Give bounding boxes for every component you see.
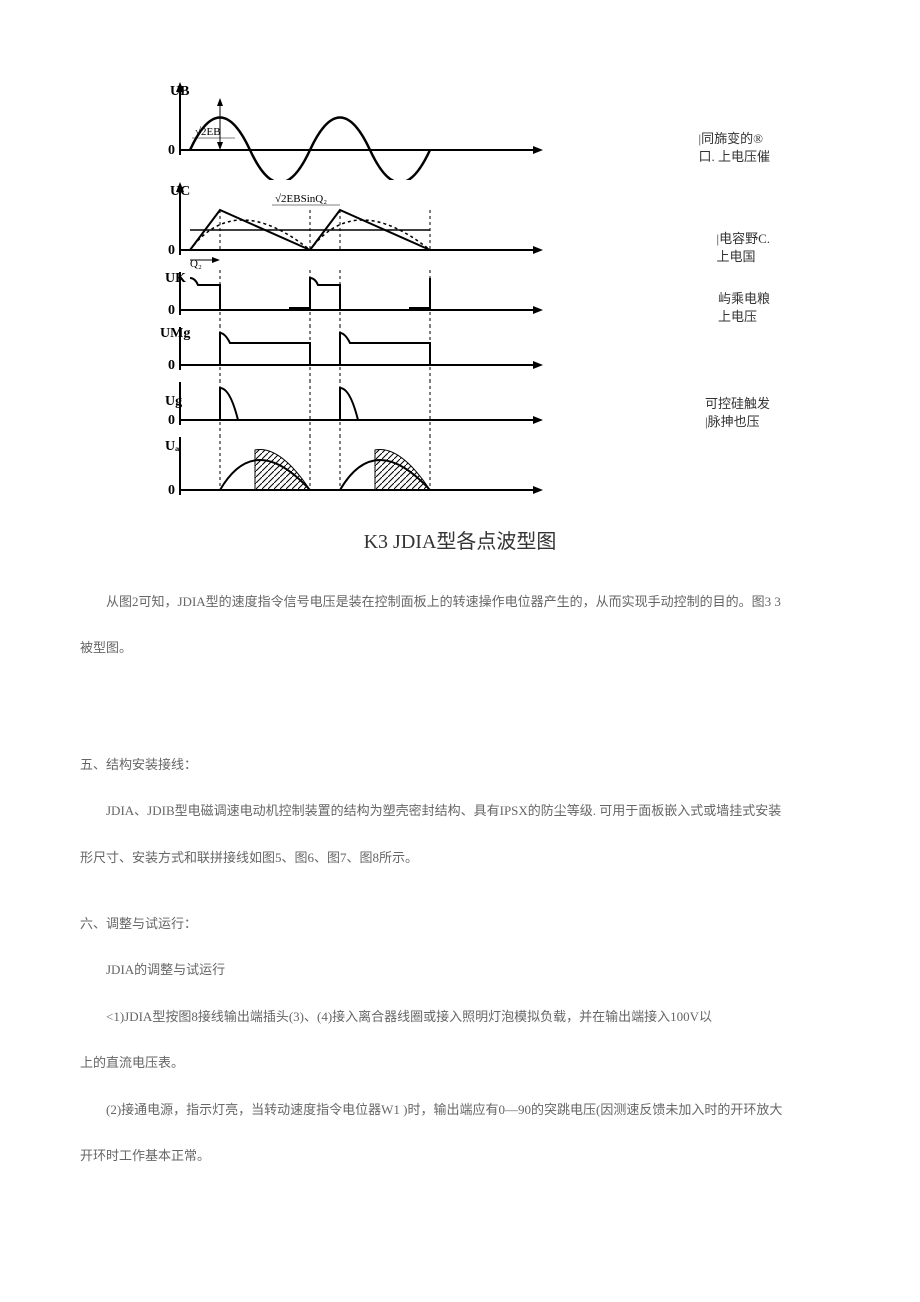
para-1: 从图2可知，JDIA型的速度指令信号电压是装在控制面板上的转速操作电位器产生的，…: [80, 584, 840, 620]
waveform-diagram: UB 0 √2EB |同旆变的® 口. 上电压催 UC 0: [160, 80, 760, 505]
axis-label-ua: Uₐ: [165, 439, 179, 454]
waveform-ua: Uₐ 0: [160, 435, 580, 505]
formula-uc: √2EBSinQ₂: [275, 193, 327, 205]
svg-text:0: 0: [168, 483, 175, 498]
waveform-uk: UK 0: [160, 270, 580, 325]
para-5: (2)接通电源，指示灯亮，当转动速度指令电位器W1 )时，输出端应有0—90的突…: [80, 1092, 840, 1128]
svg-text:0: 0: [168, 243, 175, 258]
svg-text:0: 0: [168, 303, 175, 318]
heading-6: 六、调整与试运行：: [80, 906, 840, 942]
svg-text:0: 0: [168, 143, 175, 158]
para-5b: 开环时工作基本正常。: [80, 1138, 840, 1174]
waveform-um: UMg 0: [160, 325, 580, 380]
label-r1a: |同旆变的®: [698, 130, 770, 148]
waveform-ub: UB 0 √2EB: [160, 80, 580, 180]
para-4: <1)JDIA型按图8接线输出端插头(3)、(4)接入离合器线圈或接入照明灯泡模…: [80, 999, 840, 1035]
svg-text:0: 0: [168, 358, 175, 373]
label-r4b: |脉抻也压: [705, 413, 770, 431]
label-r2b: 上电国: [716, 248, 770, 266]
para-2: JDIA、JDIB型电磁调速电动机控制装置的结构为塑壳密封结构、具有IPSX的防…: [80, 793, 840, 829]
formula-ub: √2EB: [195, 126, 221, 138]
label-r3b: 上电压: [718, 308, 770, 326]
heading-5: 五、结构安装接线：: [80, 747, 840, 783]
axis-label-um: UMg: [160, 326, 190, 341]
para-2b: 形尺寸、安装方式和联拼接线如图5、图6、图7、图8所示。: [80, 840, 840, 876]
label-r1b: 口. 上电压催: [698, 148, 770, 166]
diagram-title: K3 JDIA型各点波型图: [80, 525, 840, 554]
label-r2a: |电容野C.: [716, 230, 770, 248]
waveform-uc: UC 0 √2EBSinQ₂ Q₂: [160, 180, 580, 270]
waveform-ug: Ug 0: [160, 380, 580, 435]
para-3: JDIA的调整与试运行: [80, 952, 840, 988]
label-r3a: 屿乘电粮: [718, 290, 770, 308]
para-1b: 被型图。: [80, 630, 840, 666]
svg-text:0: 0: [168, 413, 175, 428]
label-r4a: 可控硅触发: [705, 395, 770, 413]
axis-label-uk: UK: [165, 271, 186, 286]
para-4b: 上的直流电压表。: [80, 1045, 840, 1081]
